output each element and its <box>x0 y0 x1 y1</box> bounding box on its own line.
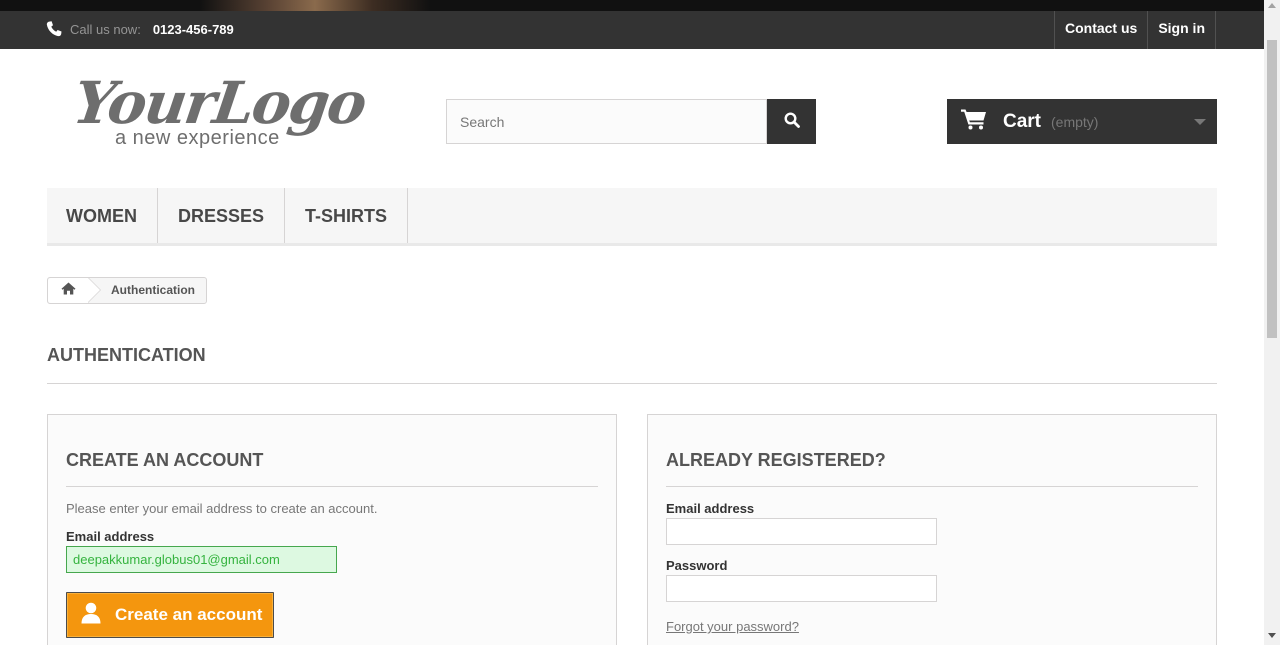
create-account-button-label: Create an account <box>115 605 263 624</box>
forgot-password-link[interactable]: Forgot your password? <box>666 619 799 634</box>
breadcrumb-home[interactable] <box>48 277 101 303</box>
contact-us-link[interactable]: Contact us <box>1053 11 1147 49</box>
user-nav: Contact us Sign in <box>1053 11 1216 49</box>
menu-item-women[interactable]: Women <box>47 188 158 243</box>
create-account-button[interactable]: Create an account <box>66 592 274 638</box>
menu-item-t-shirts[interactable]: T-shirts <box>285 188 409 243</box>
site-logo[interactable]: YourLogo a new experience <box>69 69 369 154</box>
create-email-field[interactable] <box>66 546 337 573</box>
logo-tagline: a new experience <box>115 127 280 149</box>
page-heading: Authentication <box>47 343 1217 384</box>
page-scrollbar[interactable] <box>1264 0 1280 645</box>
login-email-field[interactable] <box>666 518 937 545</box>
search-form <box>446 99 816 144</box>
home-icon <box>61 282 76 300</box>
create-account-intro: Please enter your email address to creat… <box>66 501 378 516</box>
create-email-label: Email address <box>66 529 155 544</box>
login-password-field[interactable] <box>666 575 937 602</box>
banner-image <box>200 0 430 11</box>
top-banner[interactable] <box>0 0 1264 11</box>
phone-number: 0123-456-789 <box>152 21 234 37</box>
page: Call us now: 0123-456-789 Contact us Sig… <box>0 0 1280 645</box>
login-email-label: Email address <box>666 501 755 516</box>
cart-label: Cart <box>1003 110 1042 132</box>
caret-down-icon <box>1194 119 1206 125</box>
scrollbar-thumb[interactable] <box>1267 40 1277 338</box>
top-bar: Call us now: 0123-456-789 Contact us Sig… <box>0 11 1264 49</box>
login-title: Already registered? <box>666 449 1198 487</box>
scroll-down-arrow-icon[interactable] <box>1268 633 1276 638</box>
create-account-form: Create an account Please enter your emai… <box>47 414 617 645</box>
breadcrumb: Authentication <box>47 277 207 304</box>
call-us-label: Call us now: <box>70 21 141 37</box>
shopping-cart[interactable]: Cart (empty) <box>947 99 1217 144</box>
main-menu: Women Dresses T-shirts <box>47 188 1217 246</box>
cart-icon <box>961 108 987 135</box>
sign-in-link[interactable]: Sign in <box>1147 11 1216 49</box>
user-icon <box>81 602 101 629</box>
breadcrumb-current: Authentication <box>111 283 195 297</box>
login-form: Already registered? Email address Passwo… <box>647 414 1217 645</box>
phone-icon <box>46 21 62 37</box>
create-account-title: Create an account <box>66 449 598 487</box>
cart-status: (empty) <box>1051 113 1099 130</box>
login-password-label: Password <box>666 558 728 573</box>
search-input[interactable] <box>446 99 767 144</box>
shop-phone: Call us now: 0123-456-789 <box>46 17 234 41</box>
search-button[interactable] <box>767 99 816 144</box>
logo-wordmark: YourLogo <box>69 69 370 137</box>
scroll-up-arrow-icon[interactable] <box>1268 3 1276 8</box>
menu-item-dresses[interactable]: Dresses <box>158 188 286 243</box>
search-icon <box>783 112 800 131</box>
